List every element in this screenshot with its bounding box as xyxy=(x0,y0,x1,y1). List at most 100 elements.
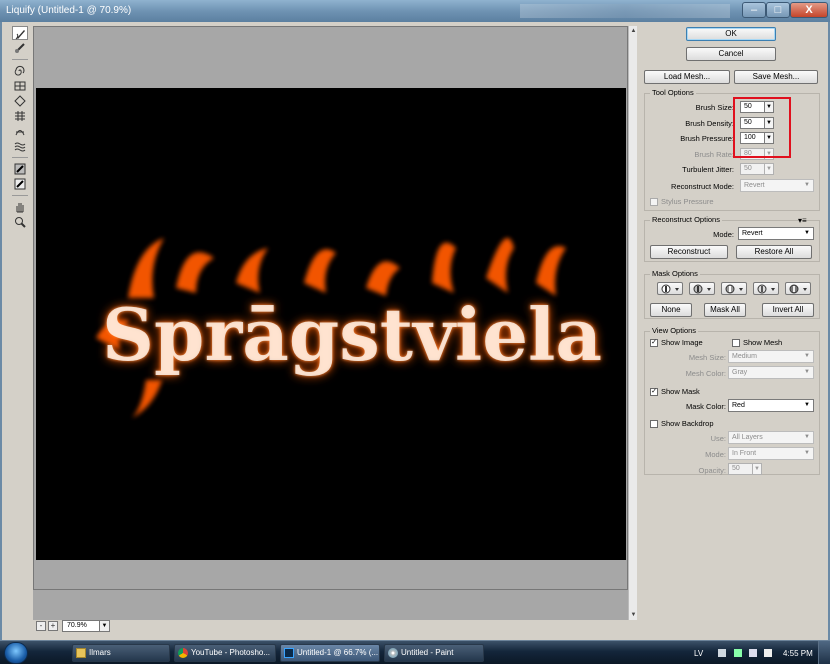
taskbar-item-paint[interactable]: Untitled - Paint xyxy=(384,644,484,662)
toolbox-divider xyxy=(12,192,28,196)
turbulent-jitter-label: Turbulent Jitter: xyxy=(682,165,734,174)
chevron-down-icon: ▼ xyxy=(752,463,762,475)
mesh-color-label: Mesh Color: xyxy=(685,369,726,378)
reconstruct-options-mode-select[interactable]: Revert ▼ xyxy=(738,227,814,240)
twirl-icon[interactable] xyxy=(12,64,28,78)
save-mesh-button[interactable]: Save Mesh... xyxy=(734,70,818,84)
reconstruct-mode-label: Reconstruct Mode: xyxy=(671,182,734,191)
intersect-selection-icon[interactable] xyxy=(753,282,779,295)
panel-menu-icon[interactable]: ▾≡ xyxy=(798,216,807,225)
brush-size-label: Brush Size: xyxy=(695,103,734,112)
mesh-size-select: Medium ▼ xyxy=(728,350,814,363)
maximize-button[interactable]: □ xyxy=(766,2,790,18)
liquify-dialog: Sprāgstviela Sprāgstviela Sprāgstviela ▲… xyxy=(2,22,828,640)
mask-mode-buttons xyxy=(657,282,817,296)
invert-all-button[interactable]: Invert All xyxy=(762,303,814,317)
thaw-mask-icon[interactable] xyxy=(12,177,28,191)
zoom-in-button[interactable]: + xyxy=(48,621,58,631)
photoshop-icon xyxy=(284,648,294,658)
chevron-down-icon: ▼ xyxy=(804,230,810,236)
push-left-icon[interactable] xyxy=(12,109,28,123)
action-center-icon[interactable] xyxy=(734,649,742,657)
start-button[interactable] xyxy=(4,642,28,664)
brush-density-label: Brush Density: xyxy=(685,119,734,128)
reconstruct-options-title: Reconstruct Options xyxy=(650,215,722,224)
replace-selection-icon[interactable] xyxy=(657,282,683,295)
tray-expand-icon[interactable] xyxy=(718,649,726,657)
show-mesh-checkbox[interactable]: Show Mesh xyxy=(732,338,782,348)
taskbar-item-folder[interactable]: Ilmars xyxy=(72,644,170,662)
taskbar-item-photoshop[interactable]: Untitled-1 @ 66.7% (... xyxy=(280,644,380,662)
language-indicator[interactable]: LV xyxy=(694,649,703,658)
bloat-icon[interactable] xyxy=(12,94,28,108)
scroll-down-icon[interactable]: ▼ xyxy=(630,611,637,619)
pucker-icon[interactable] xyxy=(12,79,28,93)
options-panel: OK Cancel Load Mesh... Save Mesh... Tool… xyxy=(638,22,828,640)
minimize-button[interactable]: – xyxy=(742,2,766,18)
checkbox-box xyxy=(650,198,658,206)
taskbar: Ilmars YouTube - Photosho... Untitled-1 … xyxy=(0,640,830,664)
clock[interactable]: 4:55 PM xyxy=(783,649,813,658)
view-options-title: View Options xyxy=(650,326,699,335)
mask-color-select[interactable]: Red ▼ xyxy=(728,399,814,412)
background-tabs xyxy=(520,4,730,18)
annotation-highlight-box xyxy=(733,97,791,158)
show-image-checkbox[interactable]: ✓ Show Image xyxy=(650,338,703,348)
use-select: All Layers ▼ xyxy=(728,431,814,444)
subtract-from-selection-icon[interactable] xyxy=(721,282,747,295)
canvas-text-core: Sprāgstviela xyxy=(102,292,602,377)
checkbox-box xyxy=(650,420,658,428)
taskbar-item-chrome[interactable]: YouTube - Photosho... xyxy=(174,644,276,662)
reconstruct-mode-label-2: Mode: xyxy=(713,230,734,239)
mirror-icon[interactable] xyxy=(12,124,28,138)
restore-all-button[interactable]: Restore All xyxy=(736,245,812,259)
zoom-icon[interactable] xyxy=(12,215,28,229)
hand-icon[interactable] xyxy=(12,200,28,214)
turbulence-icon[interactable] xyxy=(12,139,28,153)
zoom-level-field[interactable]: 70.9% xyxy=(62,620,100,632)
zoom-out-button[interactable]: - xyxy=(36,621,46,631)
scroll-up-icon[interactable]: ▲ xyxy=(630,27,637,35)
backdrop-mode-label: Mode: xyxy=(705,450,726,459)
close-button[interactable]: X xyxy=(790,2,828,18)
load-mesh-button[interactable]: Load Mesh... xyxy=(644,70,730,84)
opacity-label: Opacity: xyxy=(698,466,726,475)
tool-options-title: Tool Options xyxy=(650,88,696,97)
mask-none-button[interactable]: None xyxy=(650,303,692,317)
toolbox-divider xyxy=(12,154,28,158)
invert-selection-icon[interactable] xyxy=(785,282,811,295)
opacity-field: 50 ▼ xyxy=(728,463,762,475)
zoom-dropdown-icon[interactable]: ▼ xyxy=(99,620,110,632)
fire-text-artwork: Sprāgstviela Sprāgstviela Sprāgstviela xyxy=(96,238,602,418)
brush-pressure-label: Brush Pressure: xyxy=(680,134,734,143)
checkmark-icon: ✓ xyxy=(650,388,658,396)
forward-warp-icon[interactable] xyxy=(12,26,28,40)
reconstruct-icon[interactable] xyxy=(12,41,28,55)
mesh-size-label: Mesh Size: xyxy=(688,353,726,362)
show-mask-checkbox[interactable]: ✓ Show Mask xyxy=(650,387,700,397)
volume-icon[interactable] xyxy=(764,649,772,657)
ok-button[interactable]: OK xyxy=(686,27,776,41)
freeze-mask-icon[interactable] xyxy=(12,162,28,176)
chevron-down-icon: ▼ xyxy=(804,434,810,440)
cancel-button[interactable]: Cancel xyxy=(686,47,776,61)
use-label: Use: xyxy=(710,434,726,443)
mask-all-button[interactable]: Mask All xyxy=(704,303,746,317)
reconstruct-button[interactable]: Reconstruct xyxy=(650,245,728,259)
show-backdrop-checkbox[interactable]: Show Backdrop xyxy=(650,419,714,429)
folder-icon xyxy=(76,648,86,658)
preview-canvas[interactable]: Sprāgstviela Sprāgstviela Sprāgstviela xyxy=(33,26,628,590)
mesh-color-select: Gray ▼ xyxy=(728,366,814,379)
add-to-selection-icon[interactable] xyxy=(689,282,715,295)
chevron-down-icon: ▼ xyxy=(804,450,810,456)
stylus-pressure-checkbox: Stylus Pressure xyxy=(650,197,714,207)
document-image[interactable]: Sprāgstviela Sprāgstviela Sprāgstviela xyxy=(36,88,626,560)
vertical-scrollbar[interactable]: ▲ ▼ xyxy=(628,26,637,620)
toolbox-divider xyxy=(12,56,28,60)
mask-color-label: Mask Color: xyxy=(685,402,726,411)
network-icon[interactable] xyxy=(749,649,757,657)
backdrop-mode-select: In Front ▼ xyxy=(728,447,814,460)
chevron-down-icon: ▼ xyxy=(804,402,810,408)
paint-icon xyxy=(388,648,398,658)
show-desktop-button[interactable] xyxy=(818,641,830,664)
